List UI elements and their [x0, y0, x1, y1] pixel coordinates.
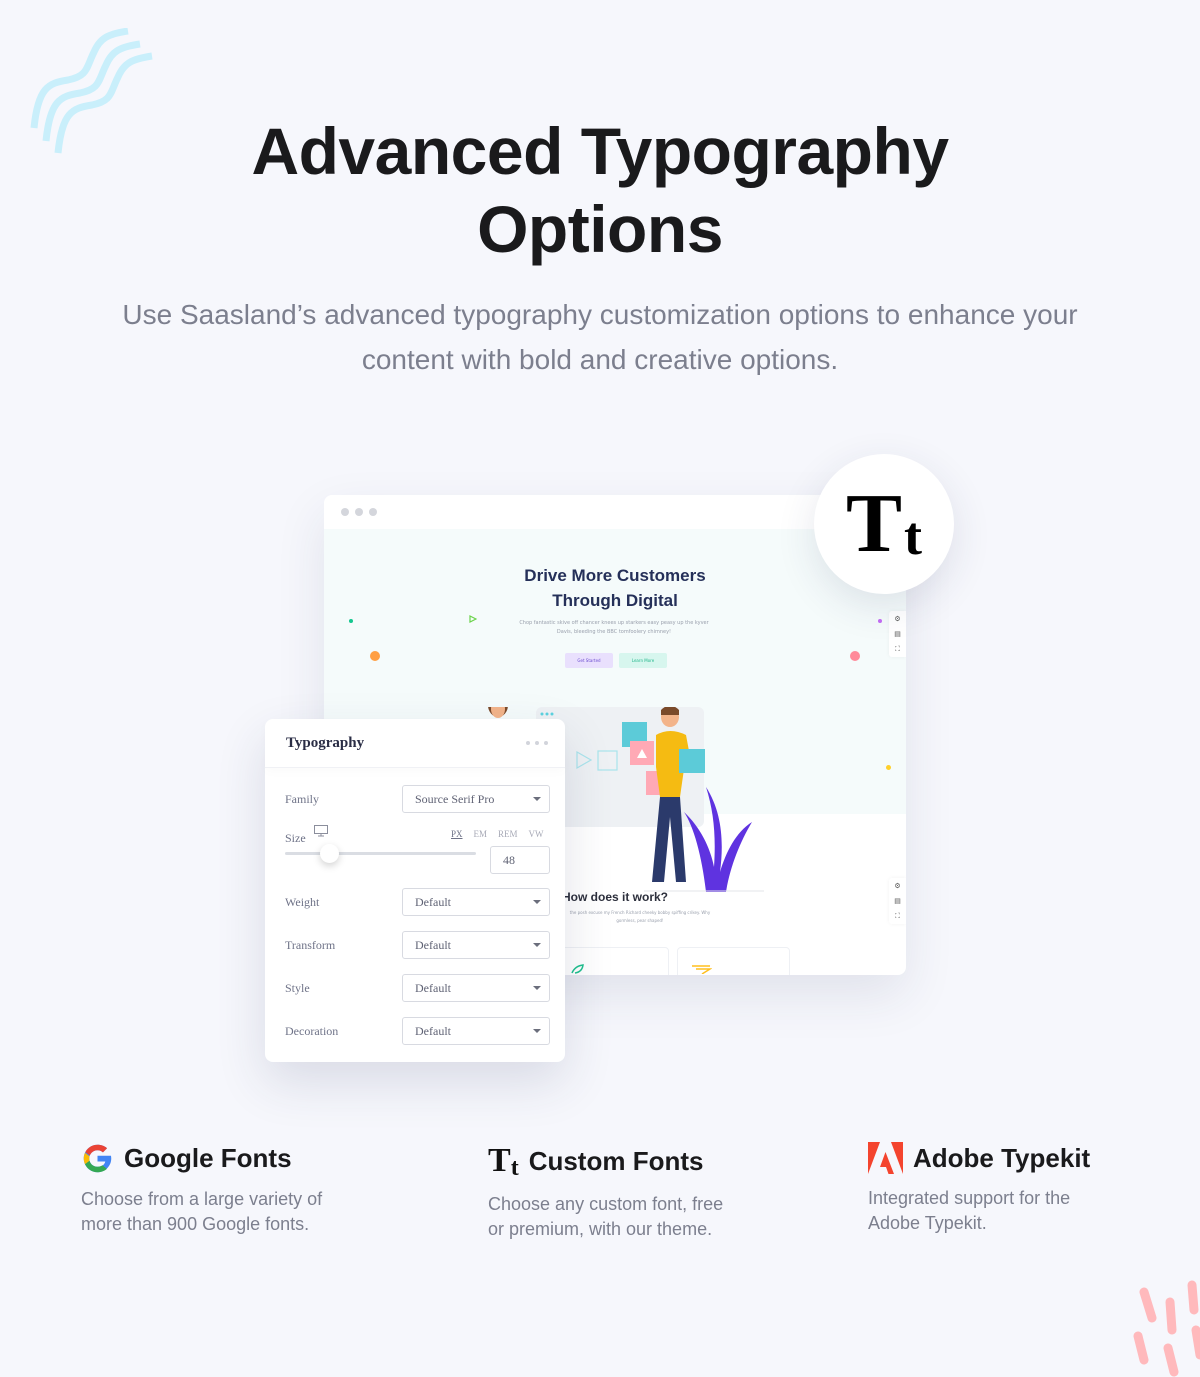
feature-title: Custom Fonts — [528, 1145, 704, 1176]
feature-desc-line: Adobe Typekit. — [868, 1213, 987, 1233]
feature-description: Choose any custom font, free or premium,… — [488, 1192, 723, 1242]
section-description: the posh excuse my French Richard cheeky… — [569, 910, 711, 923]
tt-icon-small: t — [904, 506, 922, 566]
feature-title: Google Fonts — [124, 1143, 292, 1173]
editor-tools-bottom[interactable]: ⚙ ▤ ⛶ — [889, 878, 906, 924]
unit-vw[interactable]: VW — [529, 829, 544, 839]
adobe-icon — [868, 1142, 903, 1174]
settings-icon[interactable]: ⚙ — [894, 882, 900, 890]
weight-row: Weight Default — [285, 888, 550, 916]
play-triangle-icon — [469, 615, 477, 623]
google-icon — [83, 1144, 112, 1173]
site-description: Chop fantastic skive off chancer knees u… — [519, 620, 709, 635]
style-label: Style — [285, 980, 310, 995]
feature-adobe-typekit: Adobe Typekit Integrated support for the… — [868, 1142, 1090, 1236]
chevron-down-icon — [533, 900, 541, 904]
page-icon[interactable]: ▤ — [894, 630, 901, 638]
feature-desc-line: or premium, with our theme. — [488, 1219, 713, 1239]
weight-label: Weight — [285, 894, 320, 909]
panel-title: Typography — [286, 734, 365, 751]
hero-title-line1: Advanced Typography — [251, 114, 949, 188]
feature-custom-fonts: Tt Custom Fonts Choose any custom font, … — [488, 1142, 723, 1242]
tt-icon-big: T — [845, 477, 903, 570]
hero-title-line2: Options — [477, 192, 723, 266]
hero-subtitle: Use Saasland’s advanced typography custo… — [122, 299, 1078, 375]
decor-dot-pink — [850, 651, 860, 661]
unit-em[interactable]: EM — [474, 829, 488, 839]
site-title: Drive More Customers Through Digital — [324, 563, 906, 613]
unit-switcher: PX EM REM VW — [451, 829, 544, 839]
family-select[interactable]: Source Serif Pro — [402, 785, 550, 813]
unit-px[interactable]: PX — [451, 829, 463, 839]
chevron-down-icon — [533, 797, 541, 801]
family-label: Family — [285, 791, 320, 806]
chevron-down-icon — [533, 1029, 541, 1033]
panel-header: Typography — [265, 719, 565, 768]
chevron-down-icon — [533, 986, 541, 990]
style-select[interactable]: Default — [402, 974, 550, 1002]
decor-dot-yellow — [886, 765, 891, 770]
family-row: Family Source Serif Pro — [285, 785, 550, 813]
transform-value: Default — [415, 937, 451, 952]
transform-label: Transform — [285, 937, 336, 952]
feature-desc-line: Choose from a large variety of — [81, 1189, 323, 1209]
window-dot — [369, 508, 377, 516]
window-dot — [355, 508, 363, 516]
decoration-value: Default — [415, 1023, 451, 1038]
size-input[interactable]: 48 — [490, 846, 550, 874]
family-value: Source Serif Pro — [415, 791, 495, 806]
rocket-icon — [571, 964, 584, 974]
style-value: Default — [415, 980, 451, 995]
feature-description: Choose from a large variety of more than… — [81, 1187, 322, 1237]
chevron-down-icon — [533, 943, 541, 947]
more-options-icon[interactable] — [526, 741, 548, 745]
weight-select[interactable]: Default — [402, 888, 550, 916]
page-icon[interactable]: ▤ — [894, 897, 901, 905]
tt-icon: Tt — [488, 1142, 519, 1181]
typography-panel: Typography Family Source Serif Pro Size … — [265, 719, 565, 1062]
window-dot — [341, 508, 349, 516]
editor-tools-top[interactable]: ⚙ ▤ ⛶ — [889, 611, 906, 657]
learn-more-button[interactable]: Learn More — [619, 653, 667, 668]
expand-icon[interactable]: ⛶ — [895, 645, 900, 654]
decor-dot-orange — [370, 651, 380, 661]
size-slider-handle[interactable] — [320, 844, 339, 863]
site-title-line2: Through Digital — [552, 591, 678, 610]
weight-value: Default — [415, 894, 451, 909]
transform-select[interactable]: Default — [402, 931, 550, 959]
section-title: How does it work? — [562, 890, 669, 904]
get-started-button[interactable]: Get Started — [565, 653, 613, 668]
envelope-icon — [692, 965, 712, 974]
decoration-label: Decoration — [285, 1023, 339, 1038]
decoration-row: Decoration Default — [285, 1017, 550, 1045]
feature-title: Adobe Typekit — [913, 1142, 1091, 1173]
decor-dot-violet — [878, 619, 882, 623]
feature-card — [677, 947, 790, 975]
site-title-line1: Drive More Customers — [524, 566, 706, 585]
feature-description: Integrated support for the Adobe Typekit… — [868, 1186, 1090, 1236]
settings-icon[interactable]: ⚙ — [894, 615, 900, 623]
feature-desc-line: Choose any custom font, free — [488, 1194, 724, 1214]
feature-desc-line: Integrated support for the — [868, 1188, 1071, 1208]
dashes-decoration-icon — [1133, 1280, 1200, 1377]
decor-dot-green — [349, 619, 353, 623]
typography-bubble: Tt — [814, 454, 954, 594]
hero-title: Advanced Typography Options — [0, 112, 1200, 268]
style-row: Style Default — [285, 974, 550, 1002]
expand-icon[interactable]: ⛶ — [895, 912, 900, 921]
decoration-select[interactable]: Default — [402, 1017, 550, 1045]
size-label: Size — [285, 831, 306, 845]
size-slider-track[interactable] — [285, 852, 476, 855]
feature-card — [554, 947, 669, 975]
feature-desc-line: more than 900 Google fonts. — [81, 1214, 310, 1234]
unit-rem[interactable]: REM — [498, 829, 518, 839]
desktop-icon[interactable] — [314, 825, 328, 837]
feature-google-fonts: Google Fonts Choose from a large variety… — [81, 1142, 322, 1237]
transform-row: Transform Default — [285, 931, 550, 959]
